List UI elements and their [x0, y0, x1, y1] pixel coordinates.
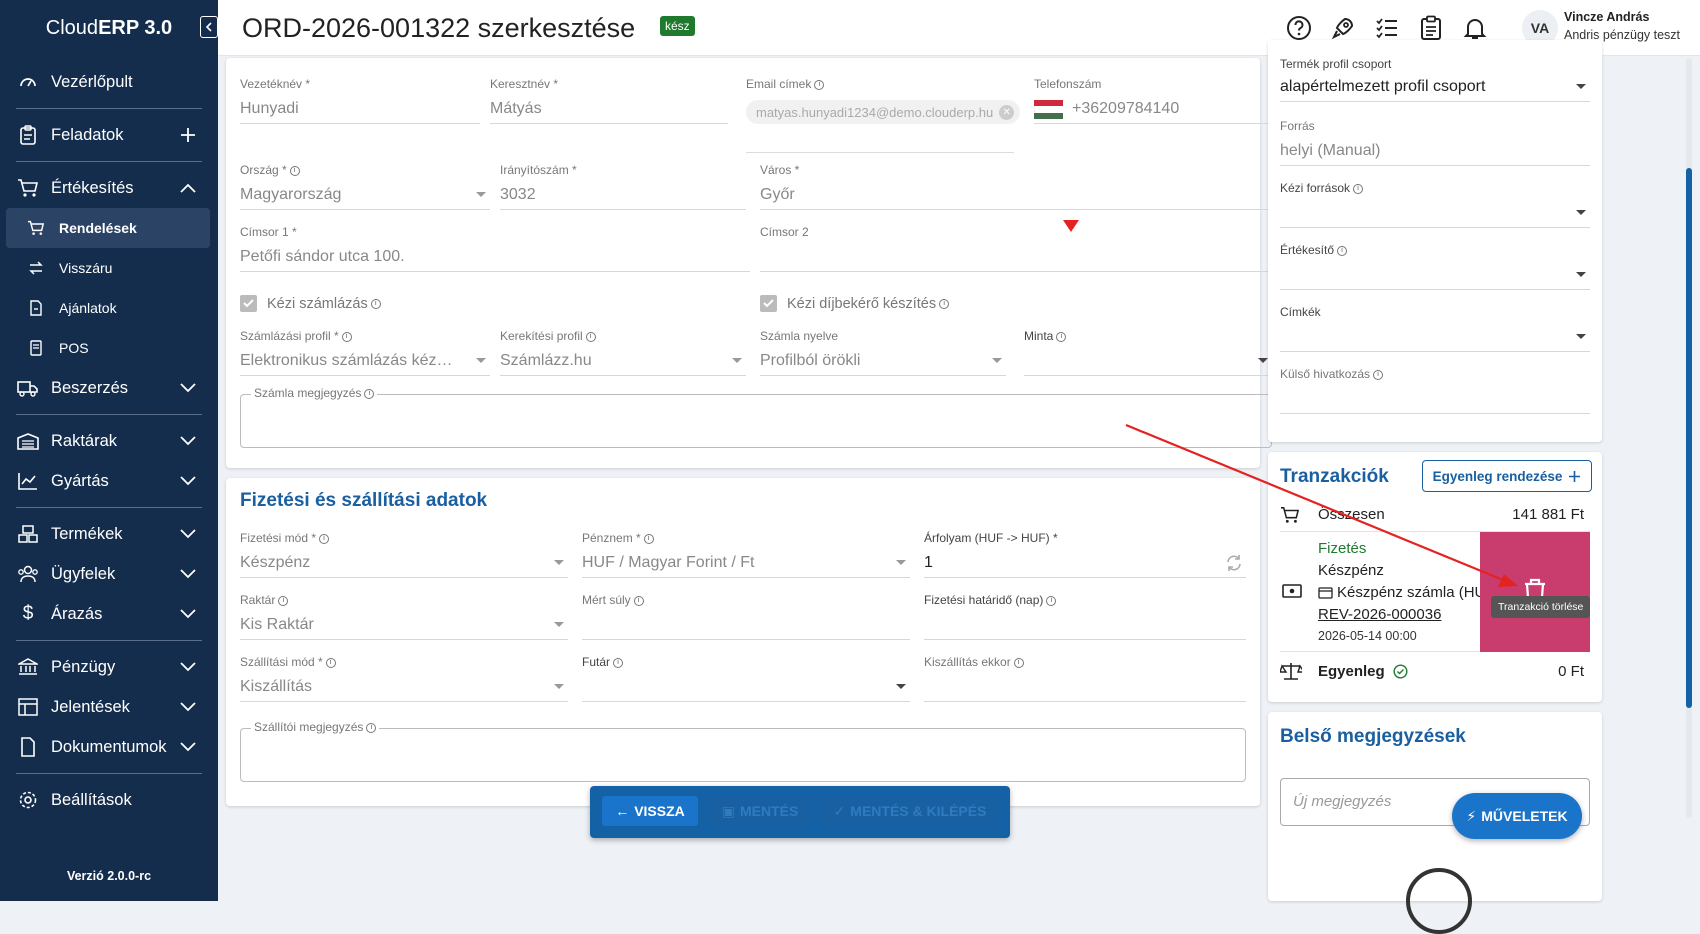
operations-button[interactable]: ⚡ MŰVELETEK	[1452, 793, 1582, 839]
save-button[interactable]: ▣ MENTÉS	[710, 796, 810, 826]
button-label: MŰVELETEK	[1481, 808, 1568, 824]
button-label: MENTÉS	[739, 803, 799, 819]
check-icon: ✓	[833, 802, 846, 819]
back-button[interactable]: ← VISSZA	[602, 796, 698, 826]
arrow-left-icon: ←	[615, 803, 630, 819]
save-and-exit-button[interactable]: ✓ MENTÉS & KILÉPÉS	[822, 796, 998, 826]
save-icon: ▣	[721, 802, 735, 819]
button-label: VISSZA	[634, 803, 685, 819]
lightning-icon: ⚡	[1466, 807, 1477, 824]
button-label: MENTÉS & KILÉPÉS	[850, 803, 987, 819]
action-bar: ← VISSZA ▣ MENTÉS ✓ MENTÉS & KILÉPÉS	[590, 786, 1010, 838]
annotation-arrow	[1125, 423, 1518, 587]
